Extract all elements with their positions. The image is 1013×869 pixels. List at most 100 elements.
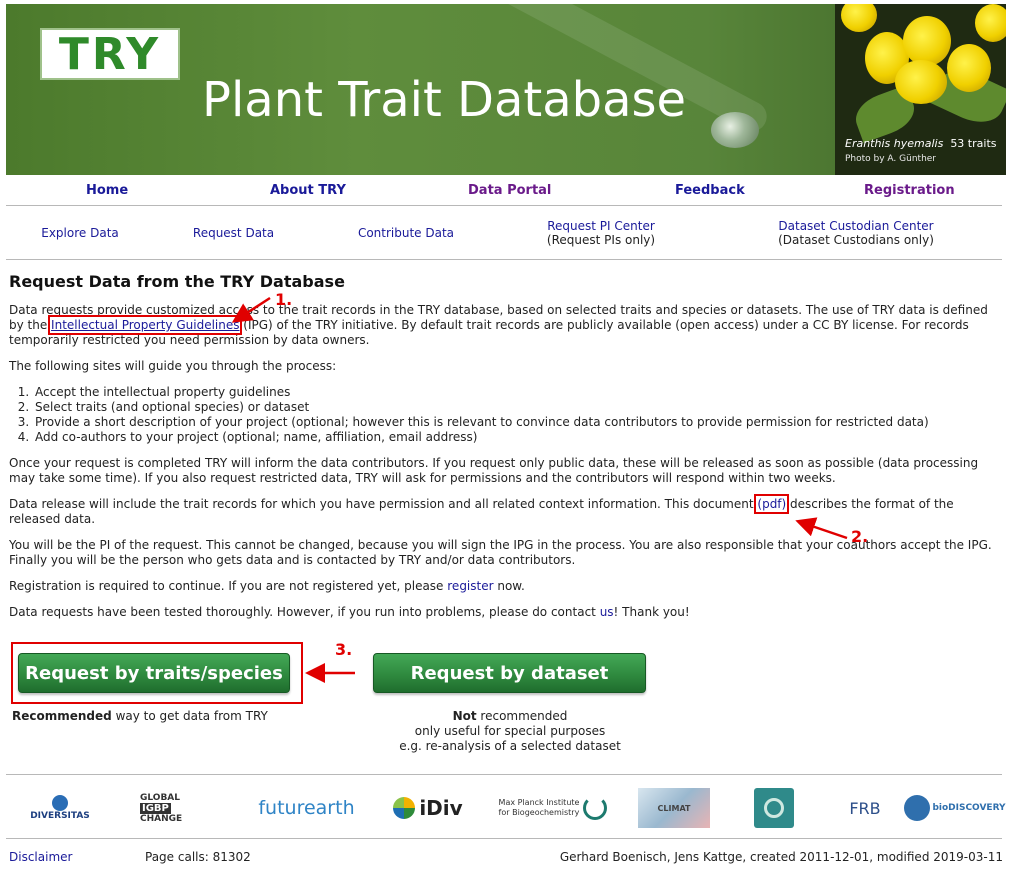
water-drop-image — [711, 112, 759, 148]
disclaimer-link[interactable]: Disclaimer — [9, 850, 72, 864]
dataset-note-bold: Not — [452, 709, 477, 723]
diversitas-text: DIVERSITAS — [30, 811, 90, 821]
ipg-link[interactable]: Intellectual Property Guidelines — [48, 315, 243, 335]
idiv-logo[interactable]: iDiv — [386, 788, 470, 828]
footer-divider — [6, 774, 1002, 775]
footer-bottom-divider — [6, 838, 1002, 839]
trait-count: 53 traits — [950, 137, 997, 150]
mpi-line-1: Max Planck Institute — [498, 798, 580, 807]
registration-text-b: now. — [493, 579, 525, 593]
completion-paragraph: Once your request is completed TRY will … — [9, 456, 979, 485]
register-link[interactable]: register — [447, 579, 493, 593]
main-content: Request Data from the TRY Database Data … — [9, 272, 999, 631]
flower-petal — [841, 4, 877, 32]
traits-note: Recommended way to get data from TRY — [12, 709, 282, 724]
contribute-data-link[interactable]: Contribute Data — [341, 226, 471, 240]
idiv-icon — [393, 797, 416, 819]
flower-petal — [947, 44, 991, 92]
contact-us-link[interactable]: us — [600, 605, 614, 619]
igbp-line-2: IGBP — [140, 802, 171, 814]
intro-paragraph: Data requests provide customized access … — [9, 303, 999, 348]
nav-data-portal[interactable]: Data Portal — [468, 183, 551, 198]
traits-note-bold: Recommended — [12, 709, 112, 723]
dataset-note: Not recommended only useful for special … — [380, 709, 640, 754]
try-logo-text: TRY — [58, 28, 162, 80]
annotation-3: 3. — [335, 640, 353, 659]
pi-center-note: (Request PIs only) — [546, 233, 656, 247]
contact-text-b: ! Thank you! — [613, 605, 690, 619]
list-item: Select traits (and optional species) or … — [33, 400, 999, 415]
idiv-text: iDiv — [419, 796, 463, 820]
pi-center-link[interactable]: Request PI Center — [526, 219, 676, 233]
dataset-note-text: recommended — [476, 709, 568, 723]
mpi-line-2: for Biogeochemistry — [498, 808, 580, 817]
flower-petal — [903, 16, 951, 66]
biodiscovery-logo[interactable]: bioDISCOVERY — [904, 788, 1006, 828]
list-item: Accept the intellectual property guideli… — [33, 385, 999, 400]
species-caption: Eranthis hyemalis 53 traits — [845, 137, 996, 150]
release-paragraph: Data release will include the trait reco… — [9, 494, 999, 527]
species-name: Eranthis hyemalis — [845, 137, 944, 150]
sub-nav: Explore Data Request Data Contribute Dat… — [6, 208, 1002, 260]
biodiscovery-text: bioDISCOVERY — [932, 803, 1006, 813]
subnav-request: Request Data — [176, 226, 291, 240]
mpi-text: Max Planck Institute for Biogeochemistry — [499, 798, 580, 818]
release-text-a: Data release will include the trait reco… — [9, 497, 758, 511]
request-by-traits-button[interactable]: Request by traits/species — [18, 653, 290, 693]
footer-credits: Gerhard Boenisch, Jens Kattge, created 2… — [559, 850, 1003, 864]
registration-paragraph: Registration is required to continue. If… — [9, 579, 999, 594]
subnav-contribute: Contribute Data — [341, 226, 471, 240]
nav-feedback[interactable]: Feedback — [675, 183, 745, 198]
subnav-custodian-center: Dataset Custodian Center (Dataset Custodi… — [751, 219, 961, 247]
partner-logos: DIVERSITAS GLOBAL IGBP CHANGE futurearth… — [6, 782, 1006, 834]
footer-left: Disclaimer — [9, 850, 72, 864]
mpi-icon — [583, 796, 608, 820]
request-data-link[interactable]: Request Data — [176, 226, 291, 240]
steps-list: Accept the intellectual property guideli… — [33, 385, 999, 445]
dataset-note-line-3: e.g. re-analysis of a selected dataset — [399, 739, 621, 753]
custodian-center-link[interactable]: Dataset Custodian Center — [751, 219, 961, 233]
biodiscovery-icon — [904, 795, 931, 821]
climat-logo[interactable]: CLIMAT — [638, 788, 710, 828]
annotation-2: 2. — [851, 527, 869, 546]
pdf-link[interactable]: (pdf) — [754, 494, 790, 514]
list-item: Add co-authors to your project (optional… — [33, 430, 999, 445]
subnav-explore: Explore Data — [26, 226, 134, 240]
page-title: Request Data from the TRY Database — [9, 272, 345, 291]
igbp-line-3: CHANGE — [140, 813, 183, 824]
igbp-logo[interactable]: GLOBAL IGBP CHANGE — [140, 788, 220, 828]
subnav-pi-center: Request PI Center (Request PIs only) — [526, 219, 676, 247]
frb-logo[interactable]: FRB — [838, 788, 892, 828]
partner-emblem-logo[interactable] — [754, 788, 794, 828]
nav-about[interactable]: About TRY — [270, 183, 346, 198]
annotation-1: 1. — [275, 290, 293, 309]
flower-petal — [975, 4, 1006, 42]
explore-data-link[interactable]: Explore Data — [26, 226, 134, 240]
flower-photo: Eranthis hyemalis 53 traits Photo by A. … — [835, 4, 1006, 175]
registration-text-a: Registration is required to continue. If… — [9, 579, 448, 593]
custodian-center-note: (Dataset Custodians only) — [778, 233, 934, 247]
try-logo[interactable]: TRY — [40, 28, 180, 80]
igbp-line-1: GLOBAL — [140, 792, 181, 803]
list-item: Provide a short description of your proj… — [33, 415, 999, 430]
emblem-icon — [764, 798, 784, 818]
contact-text-a: Data requests have been tested thoroughl… — [9, 605, 600, 619]
mpi-bgc-logo[interactable]: Max Planck Institute for Biogeochemistry — [488, 788, 618, 828]
header-banner: TRY Plant Trait Database Eranthis hyemal… — [6, 4, 1006, 175]
nav-registration[interactable]: Registration — [864, 183, 955, 198]
diversitas-logo[interactable]: DIVERSITAS — [22, 788, 98, 828]
nav-home[interactable]: Home — [86, 183, 128, 198]
dataset-note-line-2: only useful for special purposes — [414, 724, 606, 738]
page-calls: Page calls: 81302 — [145, 850, 251, 864]
contact-paragraph: Data requests have been tested thoroughl… — [9, 605, 999, 620]
traits-note-text: way to get data from TRY — [111, 709, 268, 723]
request-by-dataset-button[interactable]: Request by dataset — [373, 653, 646, 693]
futurearth-logo[interactable]: futurearth — [254, 788, 359, 828]
flower-petal — [895, 60, 947, 104]
banner-title: Plant Trait Database — [202, 72, 687, 128]
main-nav: Home About TRY Data Portal Feedback Regi… — [6, 178, 1002, 206]
dataset-note-line-1: Not recommended — [380, 709, 640, 724]
photo-credit: Photo by A. Günther — [845, 154, 937, 164]
guide-paragraph: The following sites will guide you throu… — [9, 359, 337, 373]
globe-icon — [52, 795, 68, 811]
